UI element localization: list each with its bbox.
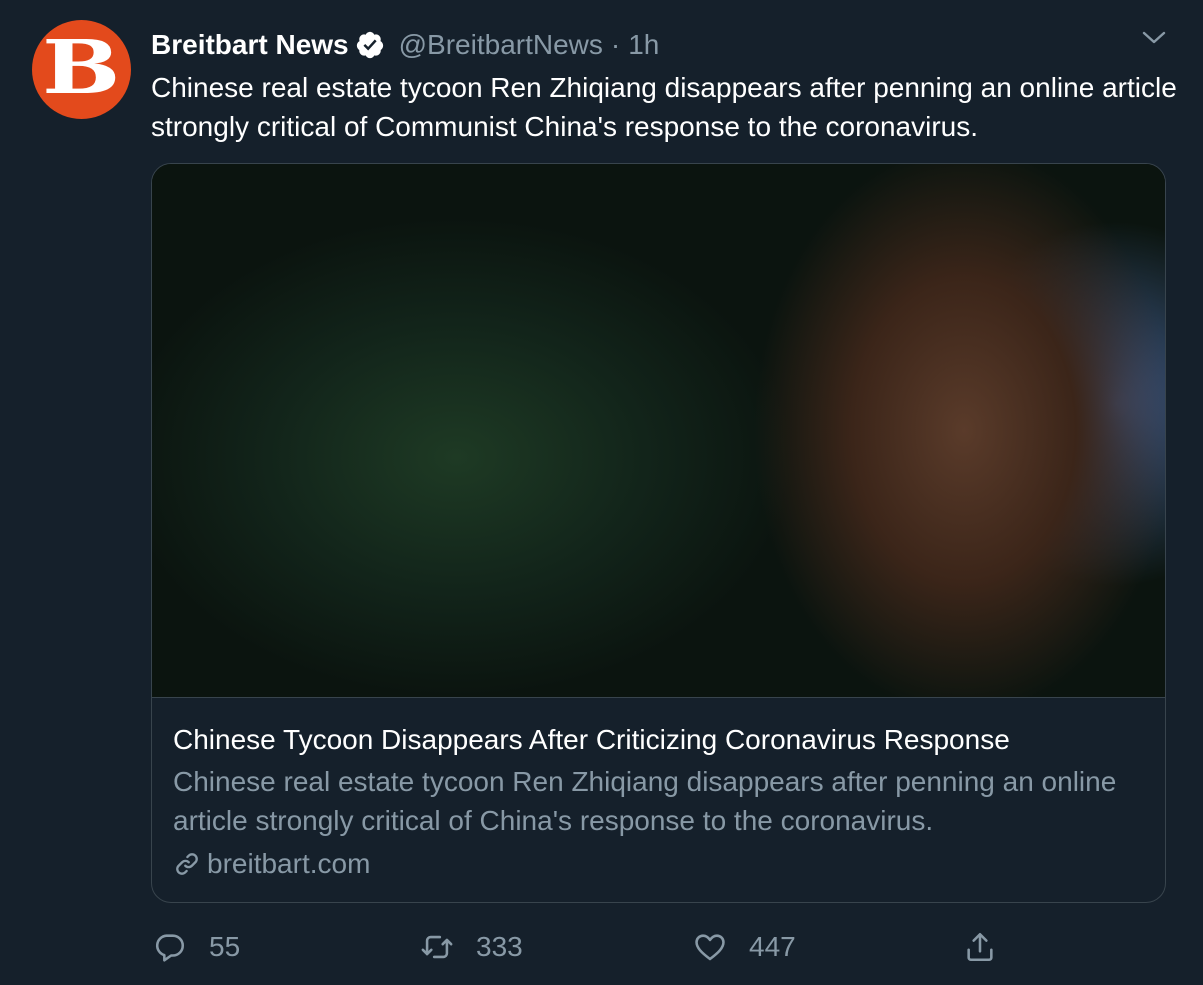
card-image[interactable] (152, 164, 1165, 698)
verified-badge-icon (356, 31, 383, 59)
like-count: 447 (749, 931, 796, 962)
retweet-button[interactable]: 333 (420, 925, 523, 969)
chevron-down-icon[interactable] (1140, 26, 1168, 50)
card-body: Chinese Tycoon Disappears After Criticiz… (173, 720, 1143, 883)
separator-dot: · (610, 29, 621, 60)
reply-count: 55 (209, 931, 241, 962)
retweet-icon (421, 935, 453, 959)
handle[interactable]: @BreitbartNews (399, 29, 603, 61)
avatar[interactable]: B (32, 20, 131, 119)
link-icon (176, 852, 198, 875)
share-icon (967, 932, 993, 962)
timestamp[interactable]: 1h (628, 29, 659, 61)
tweet-text: Chinese real estate tycoon Ren Zhiqiang … (151, 72, 1177, 142)
action-bar: 55 333 447 (151, 925, 1051, 969)
reply-icon (155, 934, 185, 962)
avatar-logo-letter: B (42, 24, 121, 111)
tweet[interactable]: B Breitbart News @BreitbartNews · 1h Chi… (0, 0, 1203, 985)
link-card[interactable]: Chinese Tycoon Disappears After Criticiz… (151, 163, 1166, 903)
tweet-header: Breitbart News @BreitbartNews · 1h (151, 26, 659, 64)
share-button[interactable] (963, 925, 997, 969)
like-button[interactable]: 447 (693, 925, 796, 969)
retweet-count: 333 (476, 931, 523, 962)
reply-button[interactable]: 55 (153, 925, 240, 969)
card-domain: breitbart.com (173, 844, 1143, 883)
card-description: Chinese real estate tycoon Ren Zhiqiang … (173, 766, 1117, 836)
card-title: Chinese Tycoon Disappears After Criticiz… (173, 724, 1010, 755)
display-name[interactable]: Breitbart News (151, 29, 349, 61)
card-domain-text: breitbart.com (207, 848, 371, 879)
heart-icon (695, 934, 725, 961)
